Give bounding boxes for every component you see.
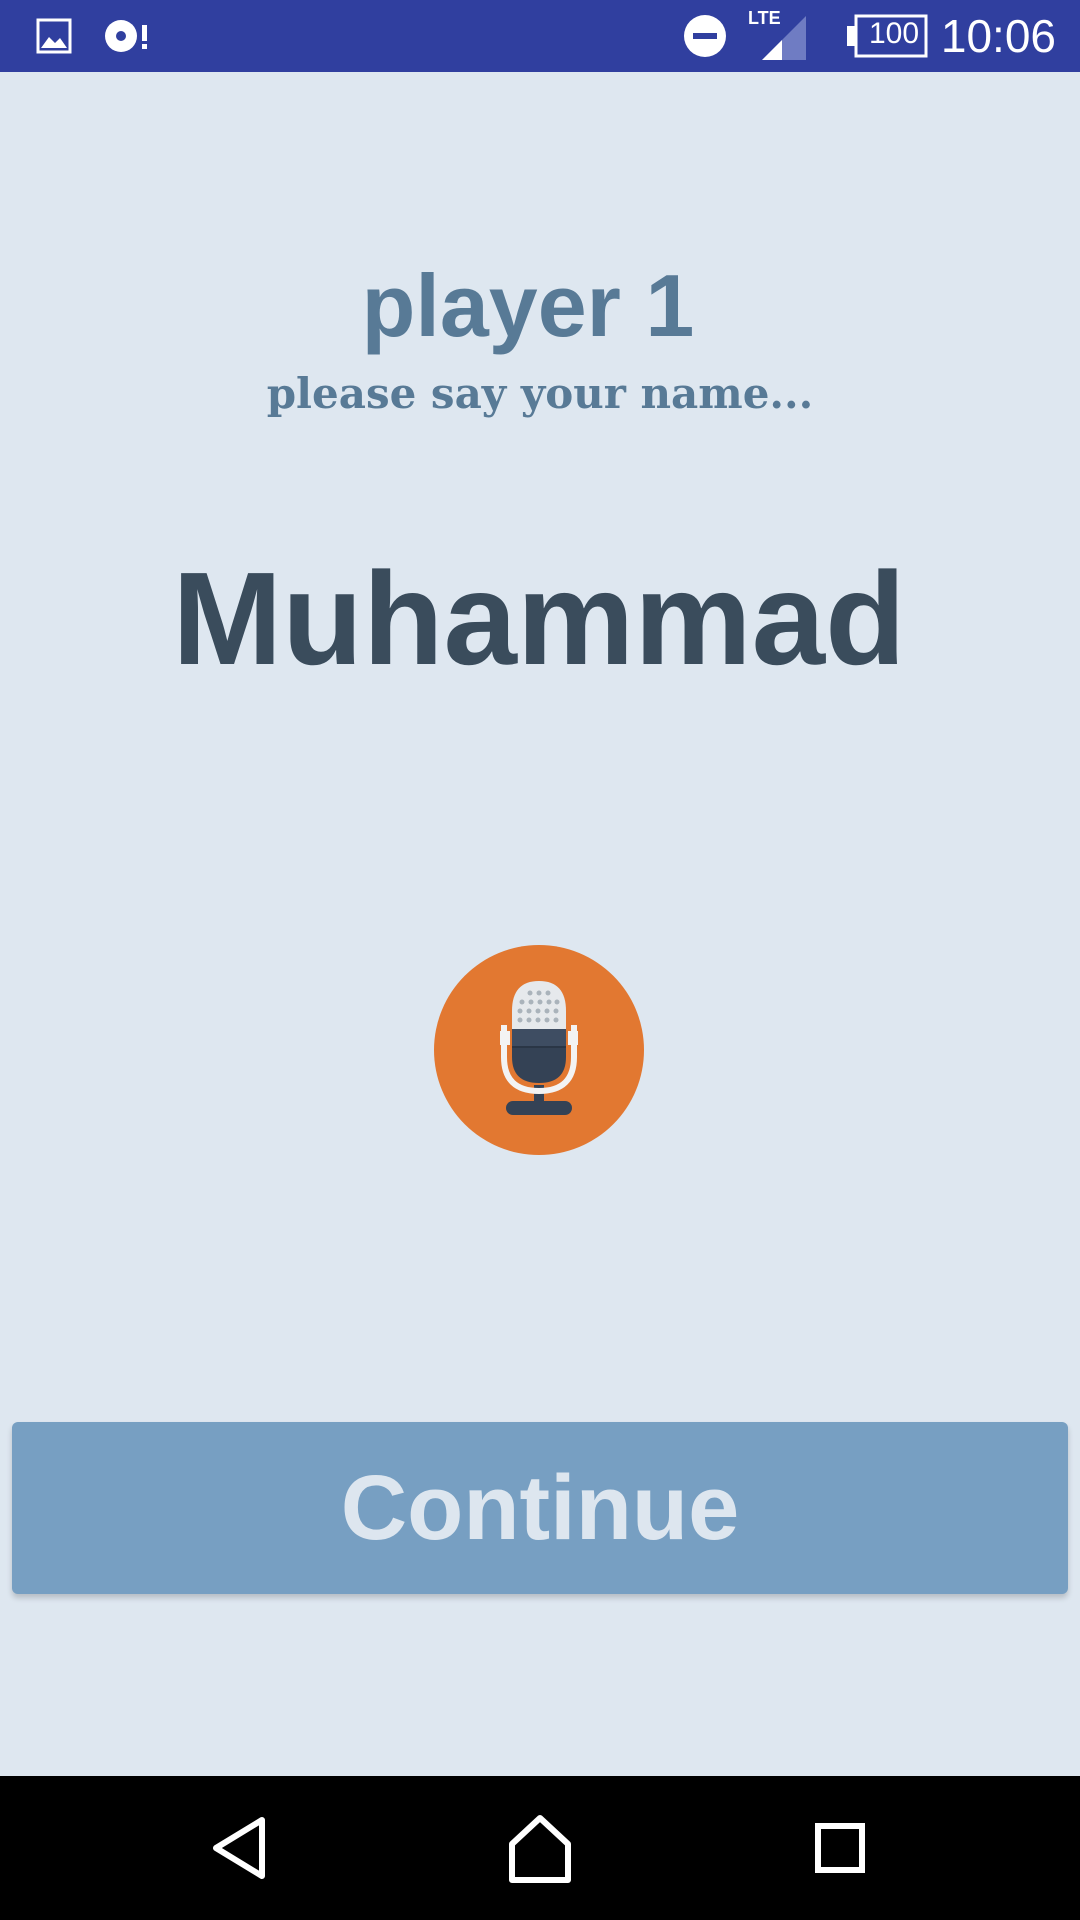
- recognized-name: Muhammad: [172, 545, 906, 692]
- home-icon: [509, 1815, 571, 1883]
- sync-alert-icon: [104, 18, 150, 59]
- back-icon: [213, 1817, 265, 1879]
- svg-text:LTE: LTE: [748, 8, 781, 28]
- battery-level: 100: [868, 17, 920, 50]
- microphone-button[interactable]: [434, 945, 644, 1155]
- recents-icon: [815, 1823, 865, 1873]
- prompt-subtitle: please say your name...: [266, 369, 814, 418]
- recents-button[interactable]: [792, 1800, 888, 1896]
- navigation-bar: [0, 1776, 1080, 1920]
- do-not-disturb-icon: [683, 14, 727, 63]
- home-button[interactable]: [492, 1800, 588, 1896]
- page-title: player 1: [361, 256, 695, 355]
- status-bar: LTE 100 10:06: [0, 0, 1080, 72]
- clock: 10:06: [940, 10, 1056, 62]
- back-button[interactable]: [192, 1800, 288, 1896]
- name-entry-screen: player 1 please say your name... Muhamma…: [0, 72, 1080, 1776]
- continue-button[interactable]: Continue: [12, 1422, 1068, 1594]
- image-icon: [36, 18, 72, 59]
- signal-icon: LTE: [748, 6, 808, 67]
- microphone-icon: [500, 981, 578, 1115]
